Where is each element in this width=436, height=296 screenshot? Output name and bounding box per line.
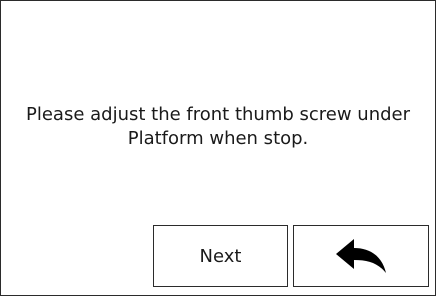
- touchscreen-dialog: Please adjust the front thumb screw unde…: [0, 0, 436, 296]
- instruction-line-1: Please adjust the front thumb screw unde…: [25, 104, 411, 125]
- next-button[interactable]: Next: [153, 225, 288, 287]
- back-button[interactable]: [293, 225, 429, 287]
- instruction-line-2: Platform when stop.: [127, 128, 309, 149]
- back-arrow-icon: [334, 237, 388, 275]
- next-button-label: Next: [199, 245, 242, 267]
- instruction-message: Please adjust the front thumb screw unde…: [1, 103, 435, 151]
